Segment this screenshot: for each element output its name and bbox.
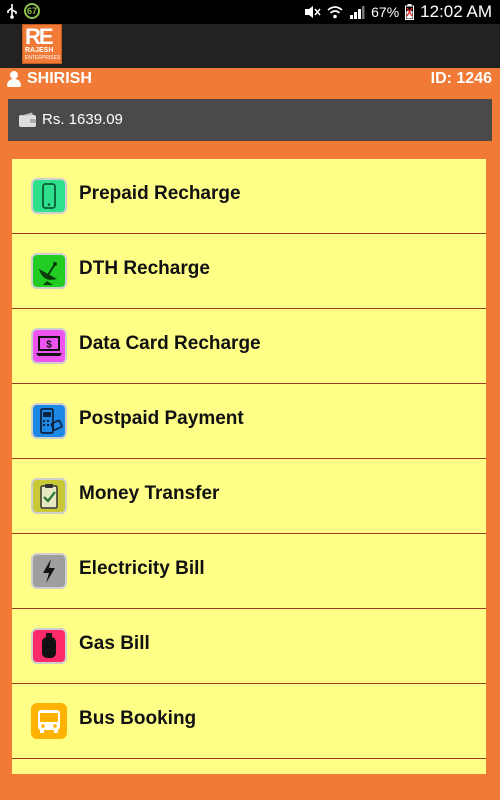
bus-icon [31, 703, 67, 739]
menu-item-money-transfer[interactable]: Money Transfer [12, 459, 486, 534]
menu-item-label: Money Transfer [79, 483, 220, 504]
usb-icon [7, 4, 17, 19]
menu-item-label: DTH Recharge [79, 258, 210, 279]
signal-icon [350, 6, 365, 19]
menu-item-electricity-bill[interactable]: Electricity Bill [12, 534, 486, 609]
menu-item-label: Gas Bill [79, 633, 150, 654]
user-bar: SHIRISH ID: 1246 [0, 68, 500, 92]
status-bar: 67 67% 12:02 AM [0, 0, 500, 24]
battery-icon [405, 4, 415, 20]
laptop-dollar-icon: $ [31, 328, 67, 364]
action-bar: RE RAJESH ENTERPRISES [0, 24, 500, 68]
menu-item-prepaid-recharge[interactable]: Prepaid Recharge [12, 159, 486, 234]
clock: 12:02 AM [420, 2, 492, 21]
menu-item-gas-bill[interactable]: Gas Bill [12, 609, 486, 684]
menu-item-label: Bus Booking [79, 708, 197, 729]
wallet-icon [19, 112, 36, 127]
svg-text:$: $ [46, 340, 52, 351]
card-machine-icon [31, 403, 67, 439]
mute-icon [305, 6, 321, 18]
balance-panel: Rs. 1639.09 [8, 99, 492, 141]
user-icon [6, 71, 22, 87]
menu-item-label: Postpaid Payment [79, 408, 244, 429]
menu-item-label: Prepaid Recharge [79, 183, 241, 204]
app-logo[interactable]: RE RAJESH ENTERPRISES [22, 24, 62, 64]
menu-item-bus-booking[interactable]: Bus Booking [12, 684, 486, 759]
satellite-dish-icon [31, 253, 67, 289]
battery-percent: 67% [371, 4, 400, 20]
menu-item-label: Electricity Bill [79, 558, 205, 579]
logo-tagline: ENTERPRISES [25, 55, 61, 61]
wifi-icon [327, 6, 343, 19]
notification-badge-icon: 67 [24, 3, 40, 19]
service-menu: Prepaid Recharge DTH Recharge $ Data Car… [12, 159, 486, 774]
balance-amount: Rs. 1639.09 [42, 111, 123, 128]
menu-item-label: Data Card Recharge [79, 333, 261, 354]
menu-item-data-card-recharge[interactable]: $ Data Card Recharge [12, 309, 486, 384]
menu-item-dth-recharge[interactable]: DTH Recharge [12, 234, 486, 309]
user-name: SHIRISH [27, 70, 92, 87]
menu-item-postpaid-payment[interactable]: Postpaid Payment [12, 384, 486, 459]
clipboard-check-icon [31, 478, 67, 514]
lightning-bolt-icon [31, 553, 67, 589]
user-id: ID: 1246 [430, 70, 492, 87]
gas-cylinder-icon [31, 628, 67, 664]
mobile-phone-icon [31, 178, 67, 214]
logo-name: RAJESH [25, 47, 54, 54]
